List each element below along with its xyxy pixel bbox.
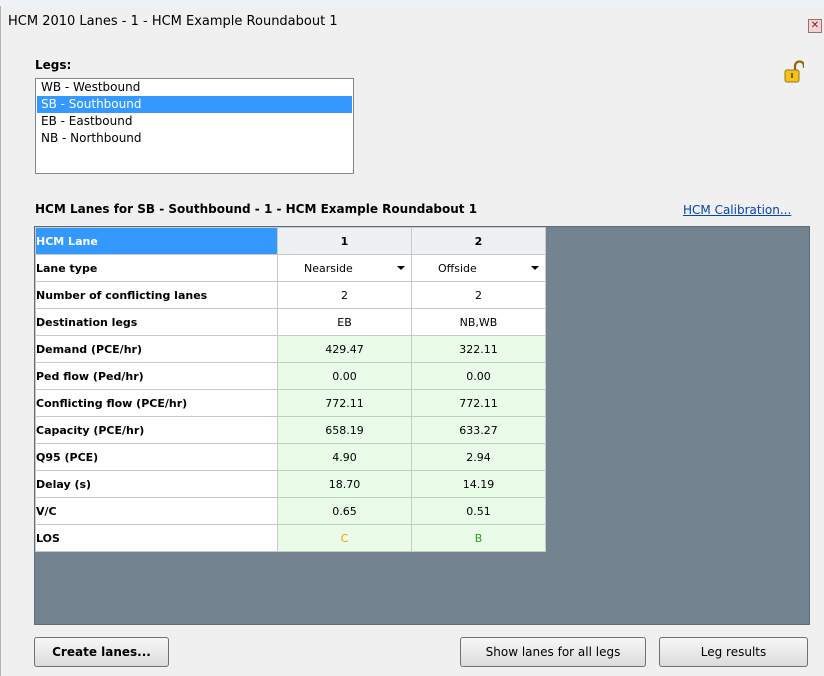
table-row: Destination legs EB NB,WB: [35, 308, 546, 336]
lanes-table: HCM Lane 1 2 Lane type Nearside Offside …: [35, 227, 546, 552]
legs-label: Legs:: [35, 58, 72, 72]
table-row: Ped flow (Ped/hr) 0.00 0.00: [35, 362, 546, 390]
table-row: LOS C B: [35, 524, 546, 552]
close-icon[interactable]: ✕: [808, 19, 822, 33]
los-cell-2: B: [411, 524, 546, 552]
lanes-grid-area: HCM Lane 1 2 Lane type Nearside Offside …: [34, 226, 810, 625]
table-row: Conflicting flow (PCE/hr) 772.11 772.11: [35, 389, 546, 417]
q95-cell-1: 4.90: [277, 443, 412, 471]
table-row: V/C 0.65 0.51: [35, 497, 546, 525]
lane-type-dropdown-1[interactable]: Nearside: [277, 254, 412, 282]
destination-legs-cell-1[interactable]: EB: [277, 308, 412, 336]
table-row: Q95 (PCE) 4.90 2.94: [35, 443, 546, 471]
q95-cell-2: 2.94: [411, 443, 546, 471]
ped-flow-cell-1: 0.00: [277, 362, 412, 390]
leg-item-eb[interactable]: EB - Eastbound: [37, 113, 352, 130]
leg-item-nb[interactable]: NB - Northbound: [37, 130, 352, 147]
row-label: Delay (s): [35, 470, 278, 498]
ped-flow-cell-2: 0.00: [411, 362, 546, 390]
lanes-section-title: HCM Lanes for SB - Southbound - 1 - HCM …: [35, 202, 478, 216]
dropdown-value: Nearside: [304, 261, 353, 275]
leg-results-button[interactable]: Leg results: [659, 637, 808, 667]
row-label: Lane type: [35, 254, 278, 282]
unlocked-padlock-icon[interactable]: [784, 60, 804, 84]
show-lanes-all-legs-button[interactable]: Show lanes for all legs: [460, 637, 646, 667]
row-label: Demand (PCE/hr): [35, 335, 278, 363]
row-label: Conflicting flow (PCE/hr): [35, 389, 278, 417]
table-row: Demand (PCE/hr) 429.47 322.11: [35, 335, 546, 363]
row-label: V/C: [35, 497, 278, 525]
row-label: Capacity (PCE/hr): [35, 416, 278, 444]
conflicting-flow-cell-2: 772.11: [411, 389, 546, 417]
conflicting-lanes-cell-1[interactable]: 2: [277, 281, 412, 309]
table-header-row: HCM Lane 1 2: [35, 227, 546, 255]
row-label: Destination legs: [35, 308, 278, 336]
leg-item-sb[interactable]: SB - Southbound: [37, 96, 352, 113]
legs-listbox[interactable]: WB - Westbound SB - Southbound EB - East…: [35, 78, 354, 174]
capacity-cell-1: 658.19: [277, 416, 412, 444]
lane-type-dropdown-2[interactable]: Offside: [411, 254, 546, 282]
table-row: Delay (s) 18.70 14.19: [35, 470, 546, 498]
destination-legs-cell-2[interactable]: NB,WB: [411, 308, 546, 336]
table-row: Lane type Nearside Offside: [35, 254, 546, 282]
row-label: LOS: [35, 524, 278, 552]
row-label: Number of conflicting lanes: [35, 281, 278, 309]
vc-cell-2: 0.51: [411, 497, 546, 525]
demand-cell-2: 322.11: [411, 335, 546, 363]
capacity-cell-2: 633.27: [411, 416, 546, 444]
dropdown-value: Offside: [438, 261, 477, 275]
chevron-down-icon[interactable]: [531, 266, 539, 270]
hcm-calibration-link[interactable]: HCM Calibration...: [683, 203, 791, 217]
row-label: Ped flow (Ped/hr): [35, 362, 278, 390]
column-header-lane-2: 2: [411, 227, 546, 255]
chevron-down-icon[interactable]: [397, 266, 405, 270]
table-row: Capacity (PCE/hr) 658.19 633.27: [35, 416, 546, 444]
window-title: HCM 2010 Lanes - 1 - HCM Example Roundab…: [8, 14, 338, 29]
conflicting-flow-cell-1: 772.11: [277, 389, 412, 417]
conflicting-lanes-cell-2[interactable]: 2: [411, 281, 546, 309]
table-row: Number of conflicting lanes 2 2: [35, 281, 546, 309]
row-label: Q95 (PCE): [35, 443, 278, 471]
column-header-lane-1: 1: [277, 227, 412, 255]
los-cell-1: C: [277, 524, 412, 552]
vc-cell-1: 0.65: [277, 497, 412, 525]
leg-item-wb[interactable]: WB - Westbound: [37, 79, 352, 96]
delay-cell-2: 14.19: [411, 470, 546, 498]
demand-cell-1: 429.47: [277, 335, 412, 363]
create-lanes-button[interactable]: Create lanes...: [34, 637, 169, 667]
column-header-hcm-lane: HCM Lane: [35, 227, 278, 255]
delay-cell-1: 18.70: [277, 470, 412, 498]
